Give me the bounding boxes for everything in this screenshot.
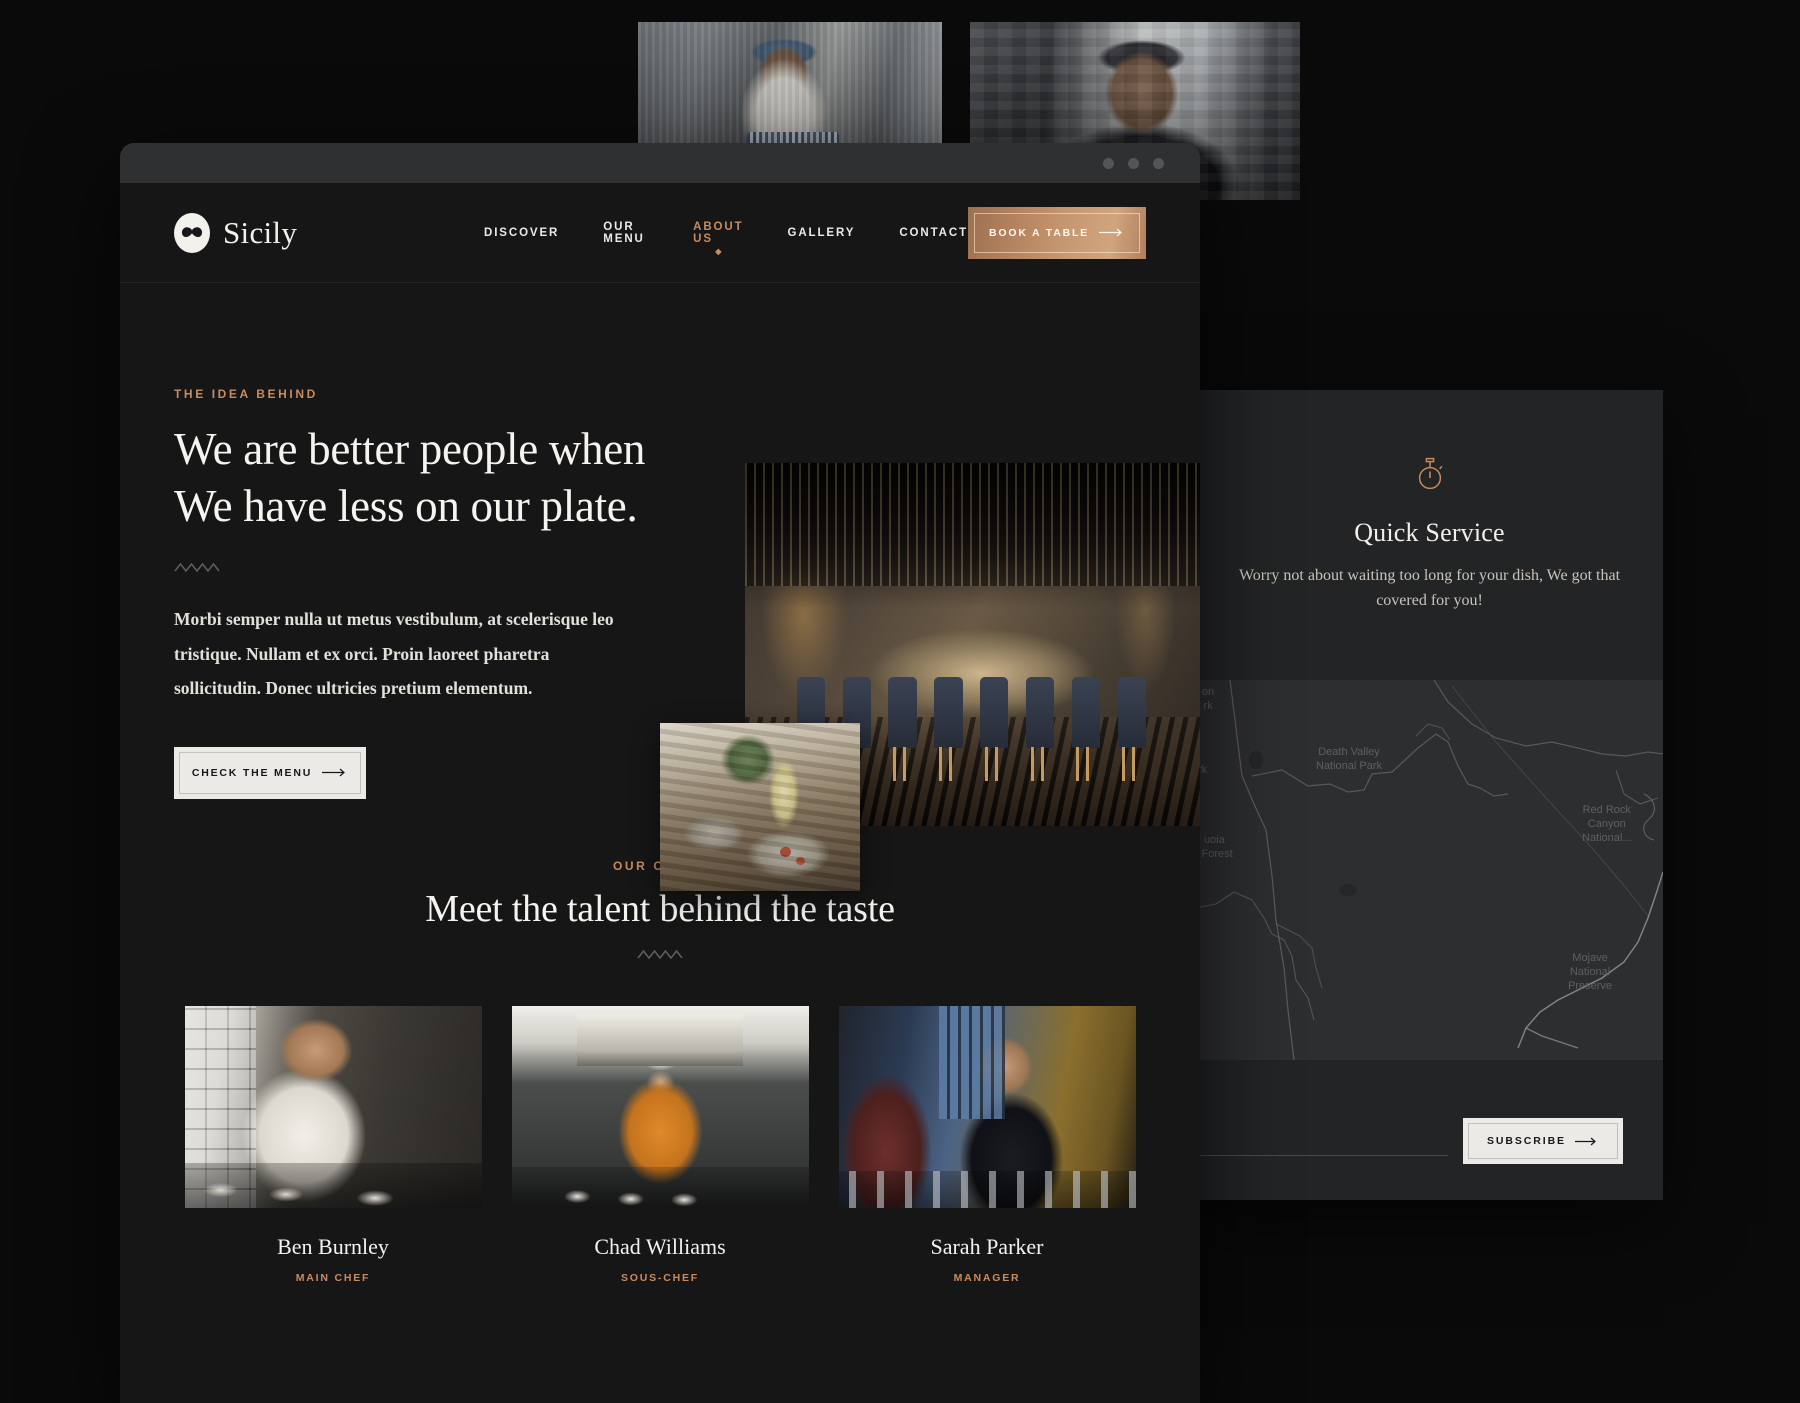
idea-heading-line2: We have less on our plate. (174, 480, 638, 531)
brand-name: Sicily (223, 214, 298, 250)
quick-service-description: Worry not about waiting too long for you… (1238, 566, 1621, 609)
chef-grid: Ben Burnley MAIN CHEF Chad Williams SOUS… (120, 1005, 1200, 1284)
idea-paragraph: Morbi semper nulla ut metus vestibulum, … (174, 609, 614, 698)
chef-card[interactable]: Ben Burnley MAIN CHEF (184, 1005, 482, 1284)
nav-item-contact[interactable]: CONTACT (899, 227, 968, 239)
chef-photo (511, 1005, 809, 1208)
chef-name: Chad Williams (594, 1233, 726, 1259)
idea-heading-line1: We are better people when (174, 424, 646, 474)
arrow-right-icon (1574, 1137, 1596, 1145)
subscribe-button[interactable]: SUBSCRIBE (1463, 1118, 1623, 1164)
website-content: Sicily DISCOVER OUR MENU ABOUT US GALLER… (120, 183, 1200, 1403)
arrow-right-icon (1098, 228, 1122, 237)
stopwatch-icon (1415, 457, 1445, 496)
zigzag-divider-icon (120, 949, 1200, 960)
check-the-menu-button[interactable]: CHECK THE MENU (174, 746, 366, 799)
chef-photo (838, 1005, 1136, 1208)
chef-role: MANAGER (953, 1271, 1021, 1284)
browser-window: Sicily DISCOVER OUR MENU ABOUT US GALLER… (120, 143, 1200, 1403)
window-dot-2[interactable] (1128, 157, 1139, 169)
site-navigation: Sicily DISCOVER OUR MENU ABOUT US GALLER… (120, 183, 1200, 283)
newsletter-input-underline[interactable] (1196, 1155, 1448, 1156)
chef-photo (184, 1005, 482, 1208)
nav-item-gallery[interactable]: GALLERY (788, 227, 856, 239)
mustache-icon (174, 212, 210, 253)
browser-chrome (120, 143, 1200, 183)
nav-menu: DISCOVER OUR MENU ABOUT US GALLERY CONTA… (484, 221, 968, 245)
book-a-table-label: BOOK A TABLE (989, 226, 1089, 239)
quick-service-card: Quick Service Worry not about waiting to… (1196, 390, 1663, 680)
nav-item-discover[interactable]: DISCOVER (484, 227, 559, 239)
page-stage: only d to Quick Service Worry not about … (0, 0, 1800, 1403)
chef-card[interactable]: Sarah Parker MANAGER (838, 1005, 1136, 1284)
right-side-panel: Quick Service Worry not about waiting to… (1196, 390, 1663, 1200)
chef-name: Ben Burnley (277, 1233, 389, 1259)
book-a-table-button[interactable]: BOOK A TABLE (968, 206, 1146, 259)
chef-role: MAIN CHEF (295, 1271, 371, 1284)
window-dot-1[interactable] (1103, 157, 1114, 169)
quick-service-title: Quick Service (1354, 517, 1505, 547)
chef-card[interactable]: Chad Williams SOUS-CHEF (511, 1005, 809, 1284)
idea-eyebrow: THE IDEA BEHIND (174, 387, 318, 401)
chef-role: SOUS-CHEF (620, 1271, 700, 1284)
nav-item-our-menu[interactable]: OUR MENU (603, 221, 649, 245)
subscribe-button-label: SUBSCRIBE (1487, 1135, 1566, 1147)
check-the-menu-label: CHECK THE MENU (191, 766, 313, 779)
map-surface (1196, 680, 1663, 1060)
brand-logo[interactable]: Sicily (174, 212, 444, 253)
chefs-heading: Meet the talent behind the taste (425, 887, 895, 930)
idea-section: THE IDEA BEHIND We are better people whe… (120, 283, 1200, 891)
arrow-right-icon (322, 768, 346, 777)
plated-food-photo (660, 723, 860, 891)
nav-item-about-us[interactable]: ABOUT US (693, 221, 743, 245)
location-map[interactable]: on rk rk Death Valley National Park uoia… (1196, 680, 1663, 1060)
window-dot-3[interactable] (1153, 157, 1164, 169)
chef-name: Sarah Parker (930, 1233, 1044, 1259)
newsletter-block: SUBSCRIBE (1196, 1060, 1663, 1200)
